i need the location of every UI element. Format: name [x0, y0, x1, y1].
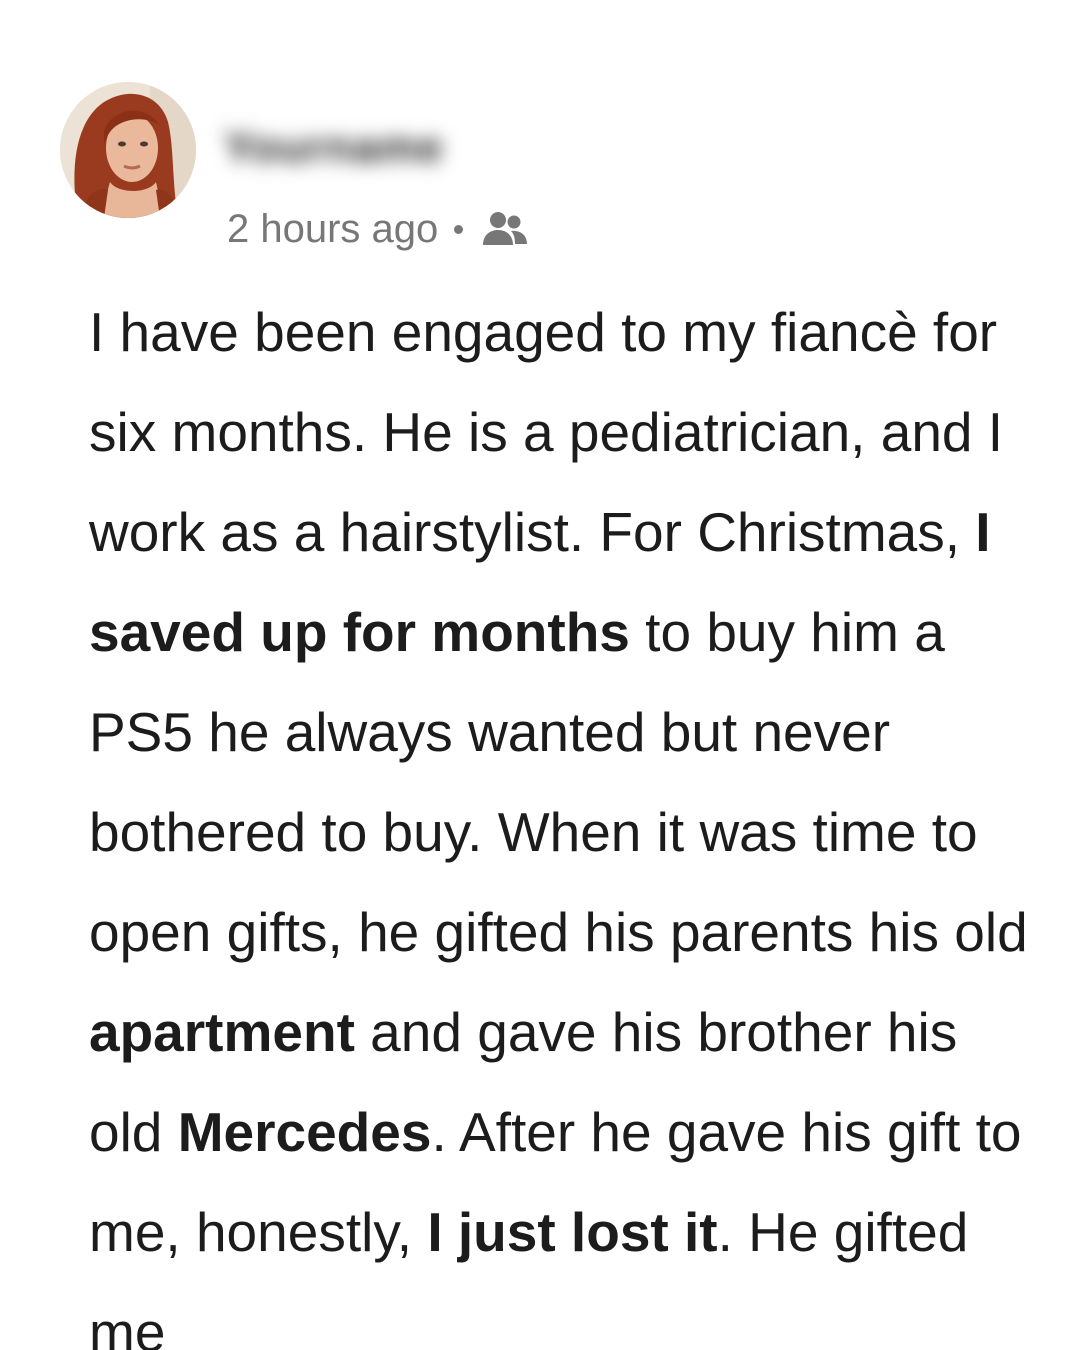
friends-icon[interactable] — [481, 209, 529, 249]
post-meta: 2 hours ago — [227, 204, 529, 254]
bold-text-segment: Mercedes — [177, 1101, 432, 1163]
post-header: Yourname 2 hours ago — [60, 82, 1020, 262]
bold-text-segment: apartment — [89, 1001, 355, 1063]
profile-photo-icon — [60, 82, 196, 218]
author-name[interactable]: Yourname — [224, 120, 444, 176]
post-timestamp[interactable]: 2 hours ago — [227, 207, 438, 252]
author-avatar[interactable] — [60, 82, 196, 218]
post-body-text: I have been engaged to my fiancè for six… — [89, 282, 1029, 1350]
separator-dot — [454, 224, 464, 234]
bold-text-segment: I just lost it — [427, 1201, 718, 1263]
text-segment: I have been engaged to my fiancè for six… — [89, 301, 1004, 563]
